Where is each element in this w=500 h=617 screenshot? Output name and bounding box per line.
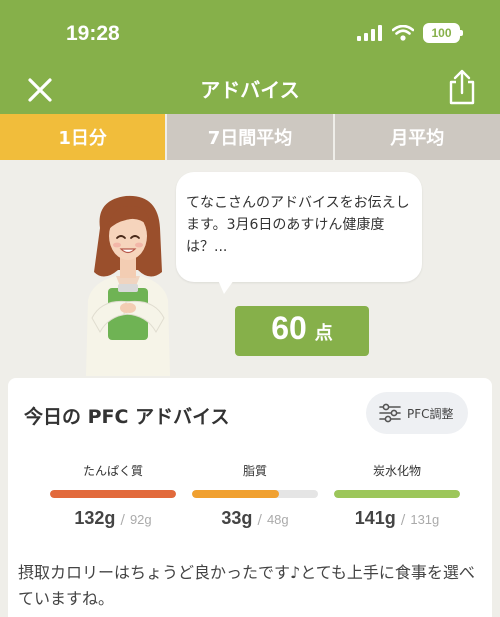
nutrient-actual: 141g: [354, 508, 396, 528]
nav-bar: アドバイス: [0, 64, 500, 114]
pfc-advice-card: 今日の PFC アドバイス PFC調整 たんぱく質 132g / 92g 脂質 …: [8, 378, 492, 617]
pfc-adjust-label: PFC調整: [407, 406, 454, 421]
nutrient-target: 92g: [129, 512, 152, 527]
sliders-icon: [379, 403, 401, 423]
nutrient-target: 48g: [266, 512, 289, 527]
nutrient-name: たんぱく質: [82, 464, 143, 478]
advice-speech-bubble: てなこさんのアドバイスをお伝えします。3月6日のあすけん健康度は？...: [176, 172, 422, 282]
nutrient-name: 炭水化物: [372, 464, 421, 478]
status-time: 19:28: [66, 22, 120, 45]
nutrient-target: 131g: [410, 512, 440, 527]
wifi-icon: [392, 25, 414, 41]
nutrient-fat: 脂質 33g / 48g: [188, 462, 322, 529]
nutrient-name: 脂質: [242, 464, 267, 478]
status-bar: 19:28 100: [0, 0, 500, 64]
status-icons: 100: [357, 23, 463, 43]
nutrient-actual: 132g: [74, 508, 116, 528]
health-score-unit: 点: [314, 323, 333, 344]
period-tabs: 1日分 7日間平均 月平均: [0, 114, 500, 160]
pfc-adjust-button[interactable]: PFC調整: [366, 392, 468, 434]
battery-level: 100: [431, 26, 452, 40]
advisor-illustration: [86, 195, 170, 376]
tab-daily[interactable]: 1日分: [0, 114, 166, 160]
nutrient-bar: [334, 490, 460, 498]
nutrient-carbohydrate: 炭水化物 141g / 131g: [330, 462, 464, 529]
health-score-value: 60: [271, 310, 307, 346]
nutrient-bar-fill: [192, 490, 279, 498]
nutrient-values: 141g / 131g: [330, 508, 464, 529]
pfc-card-title: 今日の PFC アドバイス: [24, 406, 230, 428]
cellular-signal-icon: [357, 25, 382, 41]
speech-bubble-tail: [218, 280, 234, 294]
nutrient-separator: /: [257, 513, 262, 528]
tab-7day-average[interactable]: 7日間平均: [165, 114, 333, 160]
nutrient-bar: [192, 490, 318, 498]
health-score-badge: 60 点: [235, 306, 369, 356]
nutrient-bar-fill: [334, 490, 460, 498]
nutrient-separator: /: [400, 513, 406, 528]
nutrient-values: 132g / 92g: [46, 508, 180, 529]
share-icon[interactable]: [446, 68, 478, 106]
nutrient-separator: /: [120, 513, 125, 528]
battery-icon: 100: [423, 23, 463, 43]
pfc-nutrients: たんぱく質 132g / 92g 脂質 33g / 48g 炭水化物 141g …: [8, 462, 492, 532]
nutrient-bar-fill: [50, 490, 176, 498]
pfc-advice-text: 摂取カロリーはちょうど良かったです♪とても上手に食事を選べていますね。: [18, 563, 475, 608]
nutrient-bar: [50, 490, 176, 498]
nutrient-actual: 33g: [221, 508, 253, 528]
nutrient-values: 33g / 48g: [188, 508, 322, 529]
advice-message: てなこさんのアドバイスをお伝えします。3月6日のあすけん健康度は？...: [186, 195, 410, 255]
page-title: アドバイス: [200, 78, 300, 102]
nutrient-protein: たんぱく質 132g / 92g: [46, 462, 180, 529]
tab-monthly-average[interactable]: 月平均: [332, 114, 500, 160]
